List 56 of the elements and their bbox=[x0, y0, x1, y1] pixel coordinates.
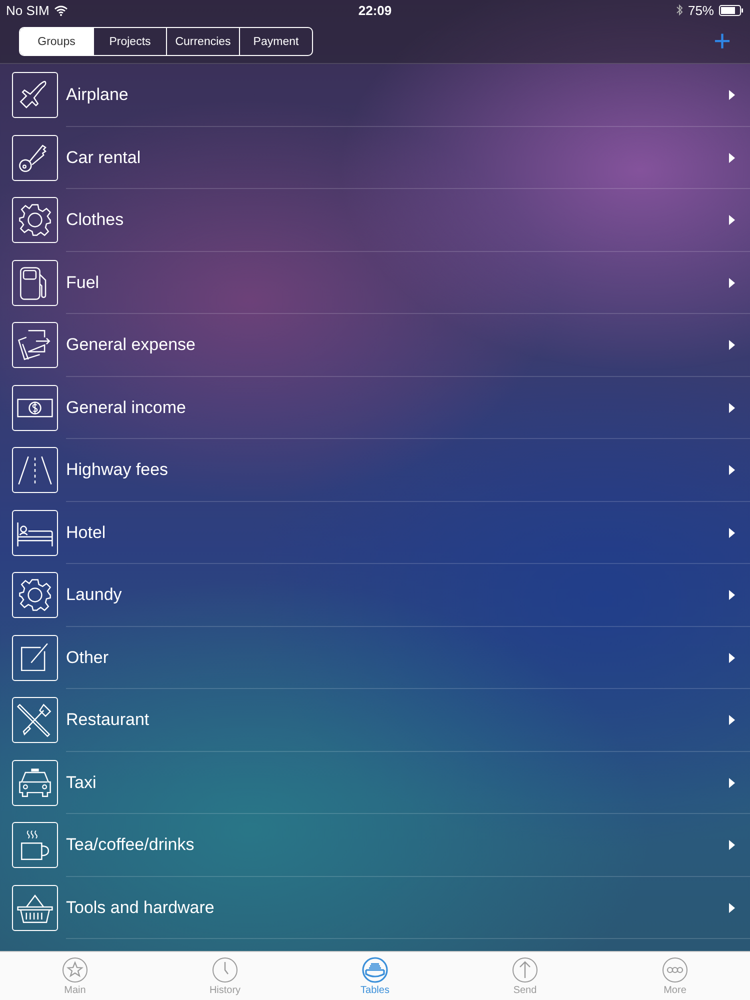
chevron-icon bbox=[728, 215, 736, 226]
chevron-icon bbox=[728, 590, 736, 600]
chevron-icon bbox=[728, 652, 736, 663]
car-icon bbox=[12, 760, 58, 806]
group-name[interactable]: General income bbox=[66, 398, 728, 418]
segment-tab[interactable]: Currencies bbox=[166, 28, 239, 55]
chevron-icon bbox=[728, 465, 736, 476]
carrier: No SIM bbox=[6, 2, 50, 18]
bluetooth-icon bbox=[676, 4, 683, 16]
banknote-icon bbox=[12, 384, 58, 431]
group-name[interactable]: Car rental bbox=[66, 148, 728, 168]
segment-tab[interactable]: Payment bbox=[239, 28, 312, 55]
chevron-icon bbox=[728, 528, 736, 538]
group-name[interactable]: Airplane bbox=[66, 85, 728, 106]
group-name[interactable]: Other bbox=[66, 648, 728, 668]
clock: 22:09 bbox=[358, 2, 392, 18]
chevron-icon bbox=[728, 90, 736, 100]
chevron-icon bbox=[728, 778, 736, 788]
group-name[interactable]: Laundy bbox=[66, 585, 728, 606]
documents-icon bbox=[12, 322, 58, 368]
group-name[interactable]: General expense bbox=[66, 335, 728, 356]
group-name[interactable]: Tools and hardware bbox=[66, 898, 728, 918]
fork-and-knife-icon bbox=[12, 697, 58, 744]
gear-icon bbox=[12, 197, 58, 244]
bed-icon bbox=[12, 510, 58, 556]
segment-tab[interactable]: Projects bbox=[93, 28, 166, 55]
chevron-icon bbox=[728, 840, 736, 850]
group-name[interactable]: Tea/coffee/drinks bbox=[66, 835, 728, 856]
chevron-icon bbox=[728, 340, 736, 350]
group-name[interactable]: Taxi bbox=[66, 772, 728, 793]
chevron-icon bbox=[728, 278, 736, 288]
group-name[interactable]: Restaurant bbox=[66, 710, 728, 730]
upload-icon bbox=[511, 956, 539, 984]
battery-percent: 75% bbox=[688, 2, 714, 18]
cup-icon bbox=[12, 822, 58, 868]
square-with-slash-icon bbox=[12, 634, 58, 681]
chevron-icon bbox=[728, 402, 736, 413]
wifi-icon bbox=[54, 4, 68, 16]
chevron-icon bbox=[728, 902, 736, 913]
chevron-icon bbox=[728, 715, 736, 726]
group-name[interactable]: Fuel bbox=[66, 272, 728, 293]
key-icon bbox=[12, 134, 58, 181]
airplane-icon bbox=[12, 72, 58, 118]
group-name[interactable]: Hotel bbox=[66, 522, 728, 543]
group-name[interactable]: Clothes bbox=[66, 210, 728, 230]
road-icon bbox=[12, 447, 58, 494]
more-icon bbox=[661, 956, 689, 984]
fuel-pump-icon bbox=[12, 260, 58, 306]
chevron-icon bbox=[728, 152, 736, 163]
tray-icon bbox=[361, 956, 389, 984]
segment-tab[interactable]: Groups bbox=[20, 28, 93, 55]
basket-icon bbox=[12, 884, 58, 931]
battery-icon bbox=[719, 4, 744, 16]
group-name[interactable]: Highway fees bbox=[66, 460, 728, 480]
clock-icon bbox=[211, 956, 239, 984]
gear-icon bbox=[12, 572, 58, 618]
